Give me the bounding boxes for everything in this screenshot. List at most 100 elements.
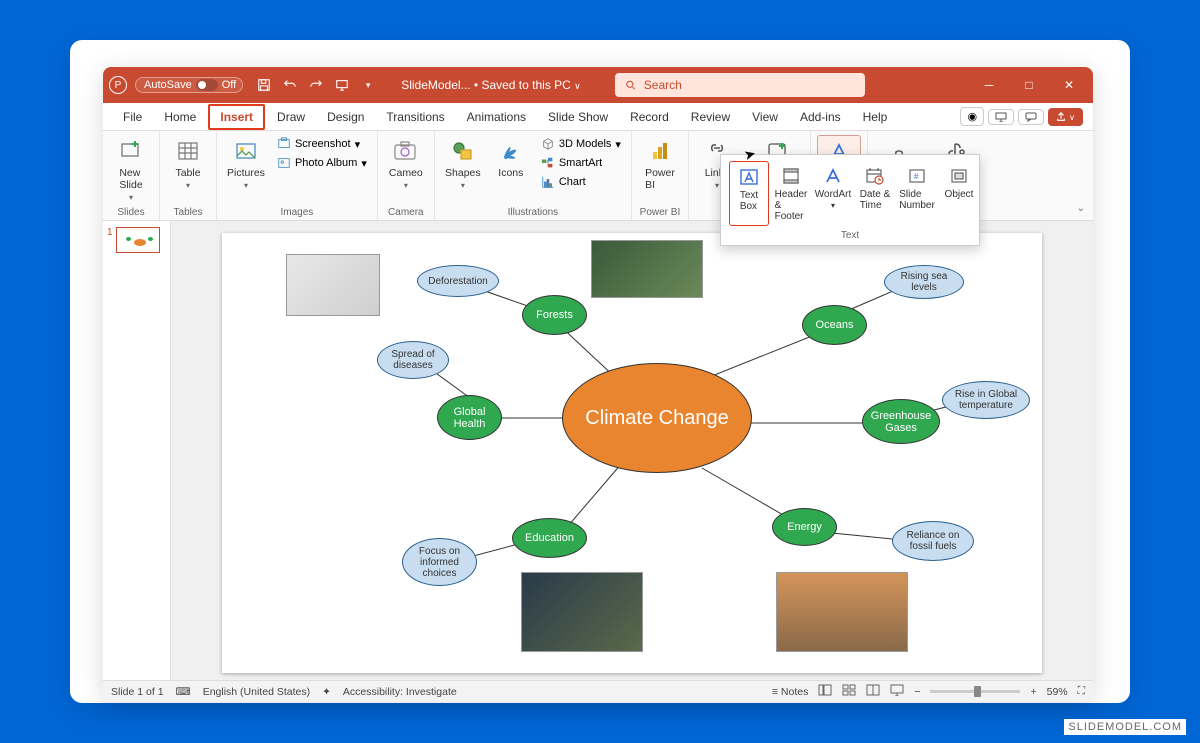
new-slide-button[interactable]: New Slide▾ (109, 135, 153, 204)
slide-thumbnail[interactable]: 1 (107, 227, 166, 253)
view-normal-icon[interactable] (818, 684, 832, 699)
text-box-button[interactable]: Text Box (729, 161, 769, 226)
cameo-icon (392, 137, 420, 165)
thumbnail-panel: 1 (103, 221, 171, 680)
zoom-slider[interactable] (930, 690, 1020, 693)
tab-addins[interactable]: Add-ins (790, 106, 851, 128)
autosave-toggle[interactable]: AutoSave Off (135, 77, 243, 93)
node-focus[interactable]: Focus on informed choices (402, 538, 477, 586)
node-oceans[interactable]: Oceans (802, 305, 867, 345)
slide-canvas-area[interactable]: Climate Change Forests Oceans Global Hea… (171, 221, 1093, 680)
tab-design[interactable]: Design (317, 106, 374, 128)
pictures-button[interactable]: Pictures▾ (223, 135, 269, 192)
node-rise-temp[interactable]: Rise in Global temperature (942, 381, 1030, 419)
icons-button[interactable]: Icons (489, 135, 533, 181)
slide-number-button[interactable]: # Slide Number (897, 161, 937, 226)
header-footer-button[interactable]: Header & Footer (771, 161, 811, 226)
qat-dropdown-icon[interactable]: ▾ (359, 76, 377, 94)
save-icon[interactable] (255, 76, 273, 94)
node-global-health[interactable]: Global Health (437, 395, 502, 440)
status-lang-icon[interactable]: ⌨ (176, 686, 191, 698)
ribbon-group-powerbi: Power BI Power BI (632, 131, 689, 220)
node-spread[interactable]: Spread of diseases (377, 341, 449, 379)
tab-draw[interactable]: Draw (267, 106, 315, 128)
present-button-icon[interactable] (988, 109, 1014, 125)
text-dropdown-panel: Text Box Header & Footer WordArt▾ Date &… (720, 154, 980, 246)
comments-button-icon[interactable] (1018, 109, 1044, 125)
title-bar: P AutoSave Off ▾ SlideModel... • Saved t… (103, 67, 1093, 103)
image-factory[interactable] (777, 573, 907, 651)
date-time-icon (864, 165, 886, 187)
ribbon-group-images: Pictures▾ Screenshot ▾ Photo Album ▾ Ima… (217, 131, 378, 220)
3d-models-button[interactable]: 3D Models ▾ (537, 135, 625, 153)
shapes-icon (449, 137, 477, 165)
pictures-icon (232, 137, 260, 165)
object-button[interactable]: Object (939, 161, 979, 226)
node-greenhouse[interactable]: Greenhouse Gases (862, 399, 940, 444)
tab-insert[interactable]: Insert (208, 104, 265, 130)
shapes-button[interactable]: Shapes▾ (441, 135, 485, 192)
photo-album-button[interactable]: Photo Album ▾ (273, 154, 371, 172)
tab-home[interactable]: Home (154, 106, 206, 128)
close-button[interactable]: ✕ (1051, 71, 1087, 99)
tab-slideshow[interactable]: Slide Show (538, 106, 618, 128)
node-rising[interactable]: Rising sea levels (884, 265, 964, 299)
node-forests[interactable]: Forests (522, 295, 587, 335)
redo-icon[interactable] (307, 76, 325, 94)
date-time-button[interactable]: Date & Time (855, 161, 895, 226)
notes-button[interactable]: ≡ Notes (772, 686, 808, 698)
undo-icon[interactable] (281, 76, 299, 94)
minimize-button[interactable]: ─ (971, 71, 1007, 99)
tab-animations[interactable]: Animations (457, 106, 536, 128)
view-slideshow-icon[interactable] (890, 684, 904, 699)
autosave-switch[interactable] (196, 79, 218, 91)
search-input[interactable] (644, 78, 855, 92)
ribbon-group-slides: New Slide▾ Slides (103, 131, 160, 220)
node-deforestation[interactable]: Deforestation (417, 265, 499, 297)
start-show-icon[interactable] (333, 76, 351, 94)
zoom-out-button[interactable]: − (914, 686, 920, 698)
record-button-icon[interactable]: ◉ (960, 107, 984, 126)
chart-button[interactable]: Chart (537, 173, 625, 191)
image-hand[interactable] (287, 255, 379, 315)
status-accessibility-icon[interactable]: ✦ (322, 686, 331, 698)
slide-number-icon: # (906, 165, 928, 187)
node-education[interactable]: Education (512, 518, 587, 558)
image-books[interactable] (522, 573, 642, 651)
autosave-state: Off (222, 79, 236, 91)
table-button[interactable]: Table▾ (166, 135, 210, 192)
status-lang[interactable]: English (United States) (203, 686, 310, 698)
view-sorter-icon[interactable] (842, 684, 856, 699)
tab-record[interactable]: Record (620, 106, 679, 128)
fit-to-window-icon[interactable]: ⛶ (1078, 685, 1085, 698)
zoom-in-button[interactable]: + (1030, 686, 1036, 698)
quick-access-toolbar: ▾ (255, 76, 377, 94)
slide[interactable]: Climate Change Forests Oceans Global Hea… (222, 233, 1042, 673)
view-reading-icon[interactable] (866, 684, 880, 699)
wordart-button[interactable]: WordArt▾ (813, 161, 853, 226)
tab-view[interactable]: View (742, 106, 788, 128)
new-slide-icon (117, 137, 145, 165)
search-bar[interactable] (615, 73, 865, 97)
tab-file[interactable]: File (113, 106, 152, 128)
powerbi-button[interactable]: Power BI (638, 135, 682, 193)
ribbon-group-camera: Cameo▾ Camera (378, 131, 435, 220)
ribbon-group-illustrations: Shapes▾ Icons 3D Models ▾ SmartArt Chart… (435, 131, 632, 220)
screenshot-button[interactable]: Screenshot ▾ (273, 135, 371, 153)
smartart-button[interactable]: SmartArt (537, 154, 625, 172)
zoom-value[interactable]: 59% (1047, 686, 1068, 698)
image-forest-fire[interactable] (592, 241, 702, 297)
share-button[interactable]: ∨ (1048, 108, 1083, 126)
status-accessibility[interactable]: Accessibility: Investigate (343, 686, 457, 698)
node-energy[interactable]: Energy (772, 508, 837, 546)
collapse-ribbon-icon[interactable]: ⌄ (1077, 203, 1085, 214)
maximize-button[interactable]: □ (1011, 71, 1047, 99)
node-center[interactable]: Climate Change (562, 363, 752, 473)
cameo-button[interactable]: Cameo▾ (384, 135, 428, 192)
tab-help[interactable]: Help (853, 106, 898, 128)
text-dropdown-label: Text (729, 230, 971, 241)
node-reliance[interactable]: Reliance on fossil fuels (892, 521, 974, 561)
tab-review[interactable]: Review (681, 106, 740, 128)
tab-transitions[interactable]: Transitions (376, 106, 454, 128)
header-footer-icon (780, 165, 802, 187)
